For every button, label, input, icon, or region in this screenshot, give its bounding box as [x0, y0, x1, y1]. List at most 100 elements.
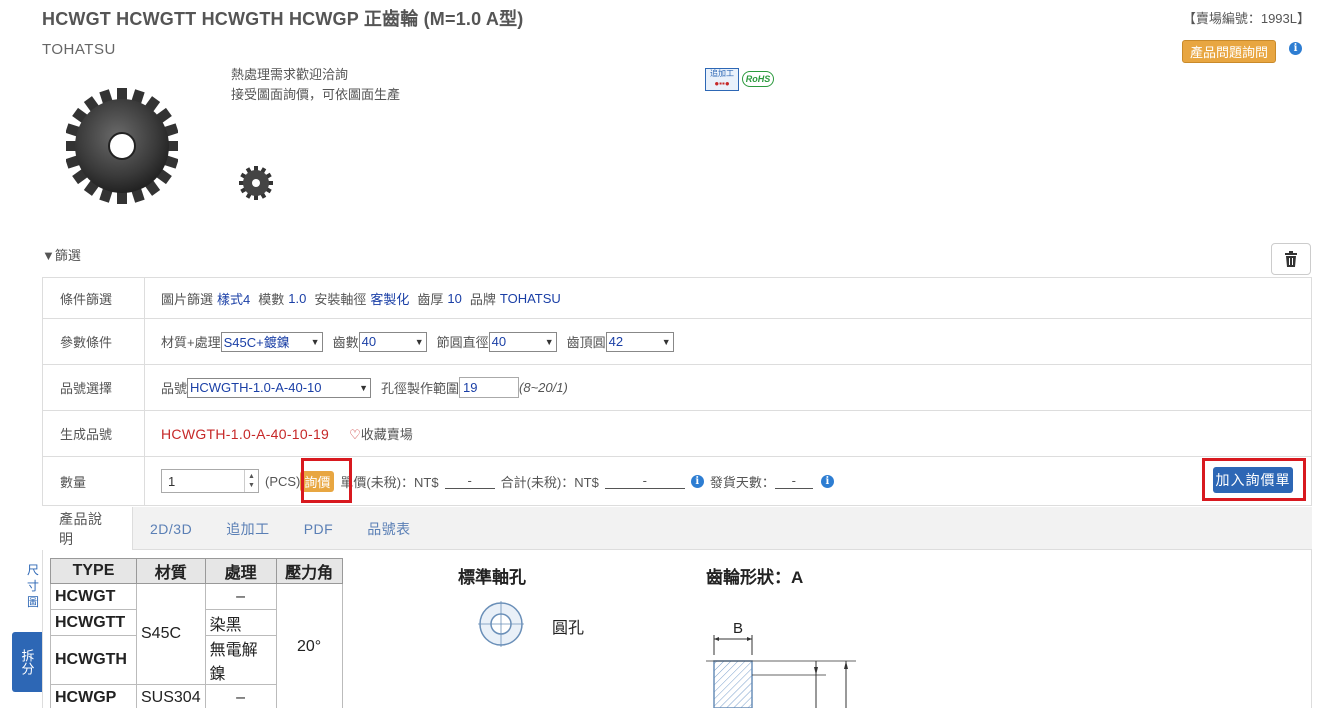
- pitch-label: 節圓直徑: [436, 335, 489, 350]
- page-title: HCWGT HCWGTT HCWGTH HCWGP 正齒輪 (M=1.0 A型): [42, 9, 524, 29]
- add-processing-badge-label: 追加工: [710, 69, 734, 78]
- treatment-cell: 無電解鎳: [204, 635, 277, 685]
- bore-label: 孔徑製作範圍: [381, 381, 460, 396]
- material-cell: SUS304: [136, 684, 206, 708]
- treatment-cell: 染黑: [204, 609, 277, 636]
- total-value: -: [604, 473, 685, 489]
- spec-row-part-select: 品號選擇 品號 HCWGTH-1.0-A-40-10 ▼ 孔徑製作範圍 19 (8…: [43, 365, 1311, 411]
- spec-label: 品號選擇: [43, 365, 145, 410]
- table-row: HCWGT S45C – 20°: [50, 583, 343, 708]
- dimension-drawing-link[interactable]: 尺寸圖: [27, 562, 39, 610]
- favorite-store-link[interactable]: ♡收藏賣場: [349, 424, 413, 443]
- chevron-down-icon: ▼: [544, 336, 554, 347]
- pressure-angle-cell: 20°: [275, 583, 343, 708]
- shaft-value[interactable]: 客製化: [370, 289, 409, 308]
- quantity-stepper[interactable]: 1 ▲ ▼: [161, 469, 259, 493]
- gear-thumbnail[interactable]: [238, 165, 274, 201]
- thickness-label: 齒厚: [417, 291, 444, 307]
- type-cell: HCWGT: [50, 583, 137, 610]
- column-header: 材質: [136, 558, 206, 584]
- material-label: 材質+處理: [161, 335, 221, 350]
- column-header: TYPE: [50, 558, 137, 584]
- tip-label: 齒頂圓: [566, 335, 606, 350]
- filter-toggle[interactable]: ▼篩選: [42, 245, 81, 264]
- type-cell: HCWGTT: [50, 609, 137, 636]
- stepper-down-icon[interactable]: ▼: [248, 481, 255, 490]
- part-select-values: 品號 HCWGTH-1.0-A-40-10 ▼ 孔徑製作範圍 19 (8~20/1…: [145, 365, 1311, 410]
- dim-b-label: B: [733, 620, 743, 637]
- teeth-select-value: 40: [361, 334, 377, 349]
- tip-select-value: 42: [608, 334, 624, 349]
- material-cell: S45C: [136, 583, 206, 685]
- tab-add-processing[interactable]: 追加工: [209, 507, 287, 550]
- part-label: 品號: [161, 381, 188, 396]
- image-filter-value[interactable]: 樣式4: [217, 289, 250, 308]
- column-header: 壓力角: [275, 558, 343, 584]
- spec-label: 條件篩選: [43, 278, 145, 318]
- highlight-box: [301, 458, 352, 503]
- tab-2d-3d[interactable]: 2D/3D: [133, 507, 209, 550]
- table-header-row: TYPE 材質 處理 壓力角: [50, 558, 343, 584]
- chevron-down-icon: ▼: [359, 382, 369, 393]
- chevron-down-icon: ▼: [310, 336, 320, 347]
- note-line: 接受圖面詢價，可依圖面生產: [231, 87, 401, 102]
- type-cell: HCWGP: [50, 684, 137, 708]
- gear-product-image[interactable]: [66, 86, 178, 204]
- type-table: TYPE 材質 處理 壓力角 HCWGT S45C – 20° HCWGTT 染…: [50, 558, 343, 708]
- info-icon[interactable]: i: [820, 474, 834, 488]
- tab-part-list[interactable]: 品號表: [350, 507, 428, 550]
- spec-label: 數量: [43, 457, 145, 505]
- unit-price-value: -: [444, 473, 495, 489]
- pitch-select-value: 40: [491, 334, 507, 349]
- stepper-arrows[interactable]: ▲ ▼: [244, 470, 258, 492]
- standard-bore-title: 標準軸孔: [458, 568, 526, 587]
- shaft-label: 安裝軸徑: [314, 291, 367, 307]
- unit-price-label: 單價(未稅)：NT$: [340, 474, 439, 490]
- brand-value[interactable]: TOHATSU: [500, 291, 561, 306]
- treatment-cell: –: [204, 583, 277, 610]
- image-filter-label: 圖片篩選: [161, 291, 214, 307]
- brand-name: TOHATSU: [42, 41, 116, 58]
- add-processing-badge: 追加工 ●▪▪●: [705, 68, 739, 91]
- stepper-up-icon[interactable]: ▲: [248, 472, 255, 481]
- teeth-label: 齒數: [332, 335, 359, 350]
- quantity-value: 1: [168, 473, 176, 489]
- bore-input[interactable]: 19: [459, 377, 520, 398]
- store-code: 【賣場編號：1993L】: [1182, 11, 1310, 26]
- rohs-badge: RoHS: [742, 71, 774, 87]
- product-inquiry-button[interactable]: 產品問題詢問: [1182, 40, 1276, 63]
- chevron-down-icon: ▼: [414, 336, 424, 347]
- product-notes: 熱處理需求歡迎洽詢 接受圖面詢價，可依圖面生產: [231, 65, 400, 105]
- tip-select[interactable]: 42 ▼: [605, 331, 674, 352]
- favorite-store-label: 收藏賣場: [360, 427, 413, 442]
- thickness-value[interactable]: 10: [447, 291, 461, 306]
- brand-label: 品牌: [469, 291, 496, 307]
- module-value[interactable]: 1.0: [288, 291, 306, 306]
- round-hole-label: 圓孔: [552, 620, 585, 637]
- teeth-select[interactable]: 40 ▼: [358, 331, 427, 352]
- spec-table: 條件篩選 圖片篩選 樣式4 模數 1.0 安裝軸徑 客製化 齒厚 10 品牌 T…: [42, 277, 1312, 506]
- info-icon[interactable]: i: [1289, 42, 1302, 55]
- spec-row-generated: 生成品號 HCWGTH-1.0-A-40-10-19 ♡收藏賣場: [43, 411, 1311, 457]
- split-view-button[interactable]: 拆分: [12, 632, 42, 692]
- clear-filter-button[interactable]: [1271, 243, 1311, 275]
- heart-icon: ♡: [349, 427, 361, 442]
- part-number-select[interactable]: HCWGTH-1.0-A-40-10 ▼: [187, 377, 372, 398]
- module-label: 模數: [258, 291, 285, 307]
- conditions-values: 圖片篩選 樣式4 模數 1.0 安裝軸徑 客製化 齒厚 10 品牌 TOHATS…: [145, 278, 1311, 318]
- total-label: 合計(未稅)：NT$: [500, 474, 599, 490]
- info-icon[interactable]: i: [690, 474, 704, 488]
- tab-pdf[interactable]: PDF: [287, 507, 351, 550]
- spec-label: 參數條件: [43, 319, 145, 364]
- trash-icon: [1285, 251, 1297, 267]
- pitch-select[interactable]: 40 ▼: [488, 331, 557, 352]
- ship-days-value: -: [774, 473, 813, 489]
- ship-days-label: 發貨天數：: [709, 474, 775, 490]
- round-hole-diagram: [478, 601, 524, 647]
- gear-shape-title: 齒輪形狀：A: [706, 568, 804, 587]
- material-select[interactable]: S45C+鍍鎳 ▼: [220, 331, 323, 352]
- tab-description[interactable]: 產品說明: [42, 507, 133, 550]
- generated-part-number: HCWGTH-1.0-A-40-10-19: [161, 425, 330, 442]
- add-to-inquiry-list-button[interactable]: 加入詢價單: [1213, 467, 1293, 493]
- spec-row-conditions: 條件篩選 圖片篩選 樣式4 模數 1.0 安裝軸徑 客製化 齒厚 10 品牌 T…: [43, 278, 1311, 319]
